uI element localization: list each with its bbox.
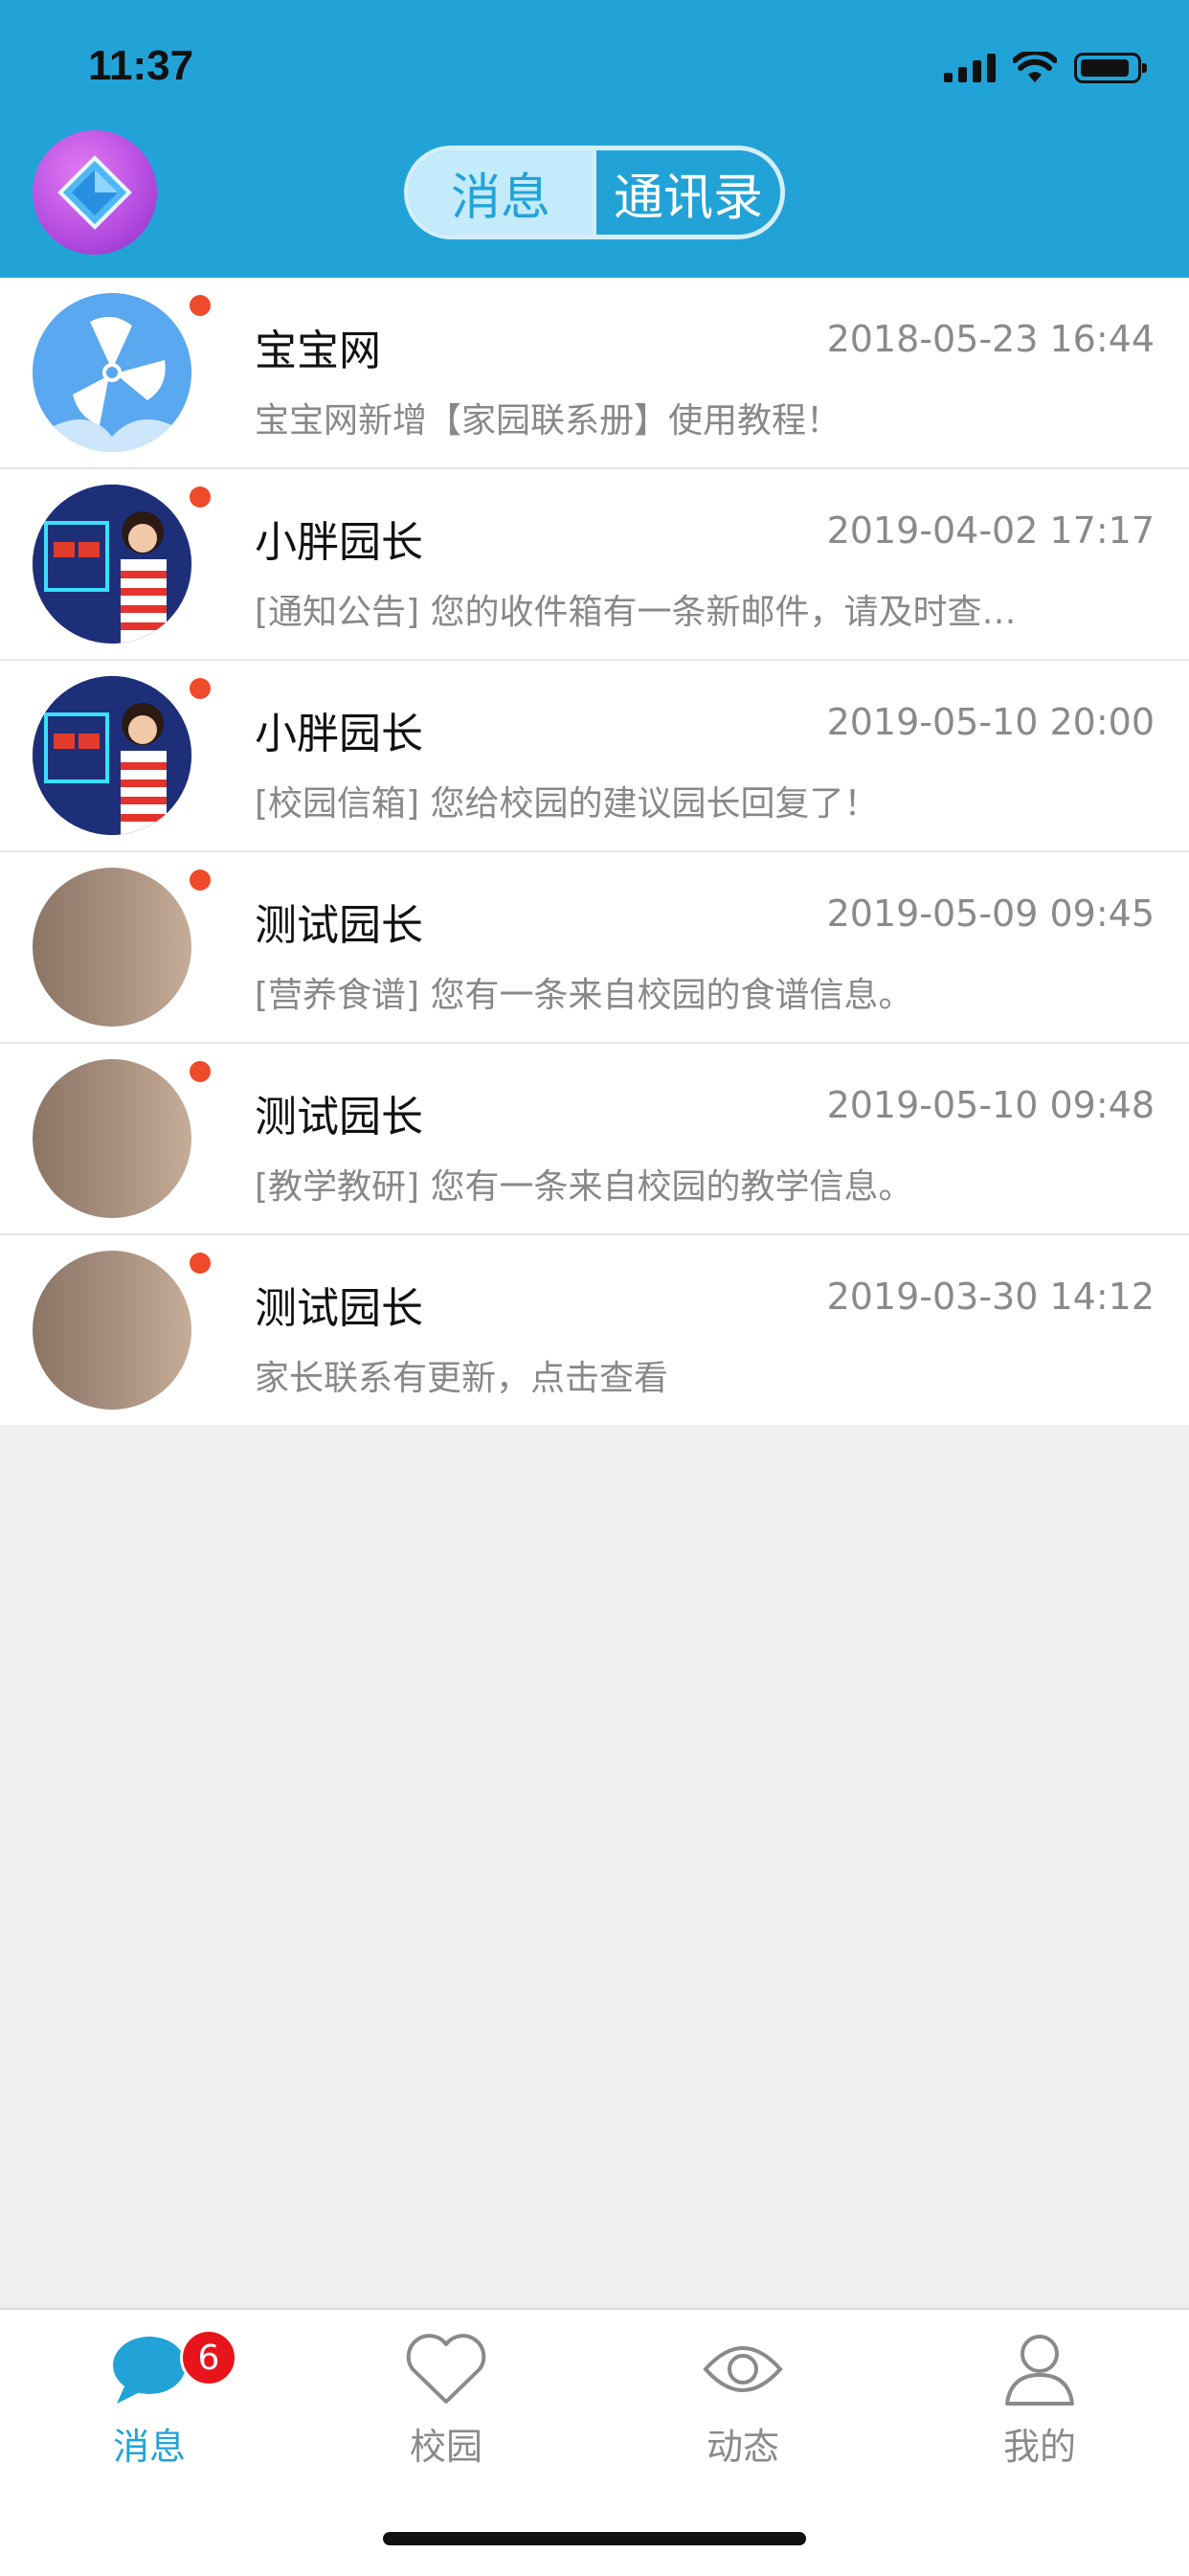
message-time: 2019-05-09 09:45	[826, 893, 1155, 935]
unread-dot	[190, 486, 211, 508]
unread-dot	[190, 1061, 211, 1082]
sender-name: 小胖园长	[255, 518, 423, 567]
avatar	[33, 676, 191, 835]
sender-name: 宝宝网	[255, 327, 381, 375]
segment-contacts[interactable]: 通讯录	[593, 150, 780, 235]
user-avatar[interactable]	[33, 130, 157, 255]
avatar	[33, 485, 191, 644]
message-preview: 家长联系有更新，点击查看	[255, 1359, 669, 1398]
signal-icon	[944, 54, 996, 82]
avatar	[33, 293, 191, 452]
message-list: 宝宝网 2018-05-23 16:44 宝宝网新增【家园联系册】使用教程！ 小…	[0, 278, 1189, 1425]
tab-campus[interactable]: 校园	[350, 2329, 542, 2470]
person-icon	[1005, 2335, 1074, 2406]
sender-name: 小胖园长	[255, 710, 423, 758]
heart-icon	[406, 2334, 486, 2404]
diamond-icon	[57, 155, 132, 230]
message-preview: [通知公告] 您的收件箱有一条新邮件，请及时查…	[255, 593, 1017, 632]
segment-control: 消息 通讯录	[404, 146, 785, 239]
tab-label: 消息	[112, 2426, 186, 2468]
tab-feed[interactable]: 动态	[647, 2329, 839, 2470]
message-row[interactable]: 小胖园长 2019-05-10 20:00 [校园信箱] 您给校园的建议园长回复…	[0, 661, 1189, 852]
message-row[interactable]: 宝宝网 2018-05-23 16:44 宝宝网新增【家园联系册】使用教程！	[0, 278, 1189, 469]
message-preview: 宝宝网新增【家园联系册】使用教程！	[255, 401, 841, 441]
sender-name: 测试园长	[255, 901, 423, 950]
avatar	[33, 1251, 191, 1410]
top-header: 11:37 消息 通讯录	[0, 0, 1189, 278]
battery-icon	[1074, 53, 1147, 83]
tab-label: 校园	[409, 2426, 482, 2468]
tab-messages[interactable]: 6 消息	[54, 2329, 245, 2470]
chat-bubble-icon	[113, 2337, 186, 2404]
sender-name: 测试园长	[255, 1093, 423, 1141]
message-row[interactable]: 测试园长 2019-05-09 09:45 [营养食谱] 您有一条来自校园的食谱…	[0, 852, 1189, 1044]
message-time: 2019-05-10 09:48	[826, 1084, 1155, 1126]
message-preview: [校园信箱] 您给校园的建议园长回复了！	[255, 784, 879, 824]
tab-profile[interactable]: 我的	[944, 2329, 1135, 2470]
unread-count-badge: 6	[180, 2329, 237, 2386]
wifi-icon	[1013, 52, 1057, 82]
status-icons	[944, 52, 1147, 84]
sender-name: 测试园长	[255, 1284, 423, 1333]
photo-avatar-icon	[33, 485, 191, 644]
tab-label: 我的	[1002, 2426, 1076, 2468]
message-time: 2019-03-30 14:12	[826, 1276, 1155, 1318]
message-row[interactable]: 测试园长 2019-05-10 09:48 [教学教研] 您有一条来自校园的教学…	[0, 1044, 1189, 1235]
home-indicator	[383, 2532, 806, 2545]
avatar	[33, 868, 191, 1027]
unread-dot	[190, 1253, 211, 1274]
status-time: 11:37	[88, 42, 194, 89]
message-time: 2019-04-02 17:17	[826, 509, 1155, 552]
message-time: 2018-05-23 16:44	[826, 318, 1155, 360]
message-preview: [营养食谱] 您有一条来自校园的食谱信息。	[255, 976, 913, 1015]
eye-icon	[703, 2346, 783, 2392]
avatar	[33, 1059, 191, 1218]
message-row[interactable]: 小胖园长 2019-04-02 17:17 [通知公告] 您的收件箱有一条新邮件…	[0, 469, 1189, 661]
unread-dot	[190, 678, 211, 699]
message-time: 2019-05-10 20:00	[826, 701, 1155, 743]
message-preview: [教学教研] 您有一条来自校园的教学信息。	[255, 1167, 913, 1207]
segment-messages[interactable]: 消息	[409, 150, 593, 235]
message-row[interactable]: 测试园长 2019-03-30 14:12 家长联系有更新，点击查看	[0, 1235, 1189, 1425]
photo-avatar-icon	[33, 676, 191, 835]
tab-label: 动态	[706, 2426, 779, 2468]
fan-logo-icon	[33, 293, 191, 452]
unread-dot	[190, 295, 211, 316]
unread-dot	[190, 870, 211, 891]
